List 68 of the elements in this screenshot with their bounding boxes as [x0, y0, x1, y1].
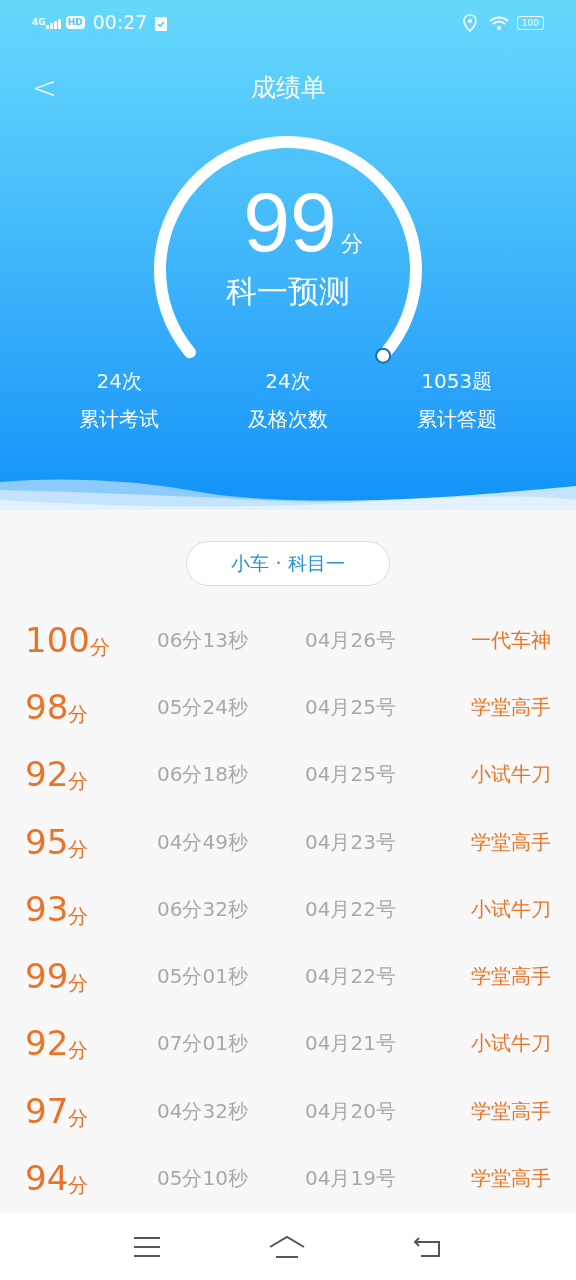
- back-button[interactable]: <: [32, 72, 58, 103]
- record-date: 04月25号: [305, 761, 397, 789]
- record-score: 100: [25, 622, 90, 657]
- record-rank: 学堂高手: [471, 828, 551, 856]
- stat-label: 累计考试: [79, 406, 160, 433]
- record-rank: 学堂高手: [471, 1165, 551, 1192]
- record-date: 04月22号: [305, 895, 397, 923]
- network-label: 4G: [32, 15, 46, 29]
- score-value: 99: [243, 180, 337, 264]
- record-score-unit: 分: [68, 1175, 89, 1195]
- battery-indicator: 100: [516, 15, 544, 30]
- score-unit: 分: [340, 230, 363, 258]
- wifi-icon: [488, 15, 509, 30]
- record-score-unit: 分: [68, 838, 89, 859]
- record-rank: 学堂高手: [471, 693, 551, 721]
- record-duration: 04分49秒: [157, 828, 249, 856]
- record-score-unit: 分: [68, 1040, 89, 1061]
- record-score-unit: 分: [68, 1107, 89, 1128]
- record-duration: 07分01秒: [157, 1030, 249, 1058]
- back-icon[interactable]: [412, 1235, 443, 1258]
- record-score-unit: 分: [68, 973, 89, 994]
- page-title: 成绩单: [250, 71, 326, 104]
- record-rank: 一代车神: [471, 626, 551, 654]
- menu-icon[interactable]: [133, 1235, 162, 1258]
- stat-label: 累计答题: [416, 406, 497, 433]
- record-duration: 05分10秒: [157, 1165, 249, 1192]
- record-duration: 06分32秒: [157, 895, 249, 923]
- record-score: 94: [25, 1161, 69, 1195]
- record-duration: 04分32秒: [157, 1097, 249, 1125]
- record-rank: 小试牛刀: [471, 895, 551, 923]
- record-score-unit: 分: [89, 636, 110, 657]
- hd-badge: HD: [65, 15, 85, 30]
- clipboard-check-icon: [155, 14, 168, 31]
- record-score: 95: [25, 824, 69, 859]
- stat-value: 24次: [265, 368, 311, 395]
- record-duration: 05分24秒: [157, 693, 249, 721]
- record-score-unit: 分: [68, 703, 89, 724]
- record-score: 93: [25, 891, 69, 926]
- record-date: 04月20号: [305, 1097, 397, 1125]
- record-score: 97: [25, 1093, 69, 1128]
- home-icon[interactable]: [268, 1234, 306, 1259]
- score-label: 科一预测: [226, 272, 350, 311]
- signal-icon: [45, 16, 62, 29]
- record-date: 04月22号: [305, 963, 397, 991]
- record-date: 04月21号: [305, 1030, 397, 1058]
- record-date: 04月23号: [305, 828, 397, 856]
- stat-label: 及格次数: [248, 406, 328, 433]
- location-icon: [462, 13, 477, 32]
- clock: 00:27: [92, 10, 148, 36]
- category-filter[interactable]: 小车 · 科目一: [186, 541, 390, 586]
- record-score-unit: 分: [68, 905, 89, 926]
- record-date: 04月19号: [305, 1165, 397, 1192]
- record-date: 04月25号: [305, 693, 397, 721]
- record-score: 92: [25, 757, 69, 792]
- record-date: 04月26号: [305, 626, 397, 654]
- record-score: 99: [25, 959, 69, 994]
- record-score: 92: [25, 1026, 69, 1061]
- stat-value: 24次: [96, 368, 143, 395]
- record-duration: 05分01秒: [157, 963, 249, 991]
- record-rank: 学堂高手: [471, 1097, 551, 1125]
- record-score: 98: [25, 689, 69, 724]
- record-rank: 小试牛刀: [471, 761, 551, 789]
- record-duration: 06分13秒: [157, 626, 249, 654]
- record-duration: 06分18秒: [157, 761, 249, 789]
- record-rank: 小试牛刀: [471, 1030, 551, 1058]
- stat-value: 1053题: [421, 368, 493, 395]
- record-rank: 学堂高手: [471, 963, 551, 991]
- record-score-unit: 分: [68, 771, 89, 792]
